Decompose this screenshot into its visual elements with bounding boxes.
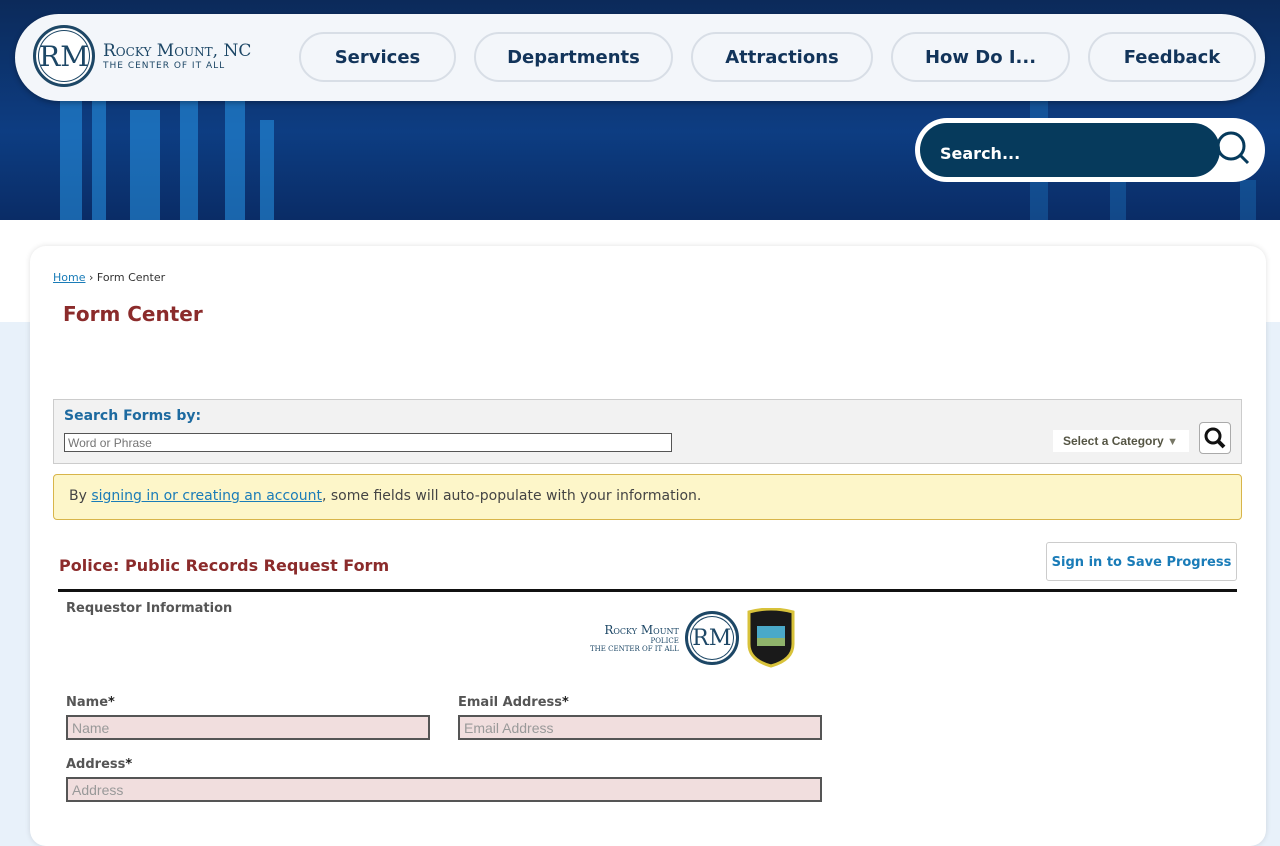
email-label: Email Address* — [458, 695, 569, 710]
nav-departments[interactable]: Departments — [474, 32, 673, 82]
form-title: Police: Public Records Request Form — [59, 556, 390, 575]
address-field[interactable]: Address — [66, 777, 822, 802]
nav-how-do-i[interactable]: How Do I... — [891, 32, 1070, 82]
search-icon[interactable] — [1215, 130, 1251, 166]
name-label: Name* — [66, 695, 115, 710]
city-logo[interactable]: RM Rocky Mount, NC The Center of It All — [33, 25, 251, 87]
search-forms-panel: Search Forms by: Select a Category ▼ — [53, 399, 1242, 464]
category-select-value: Select a Category — [1063, 434, 1164, 448]
save-progress-button[interactable]: Sign in to Save Progress — [1046, 542, 1237, 581]
search-forms-label: Search Forms by: — [64, 408, 202, 424]
police-logo: Rocky Mount Police The Center of It All … — [590, 608, 822, 668]
rm-logo-mark: RM — [684, 611, 739, 665]
logo-tagline: The Center of It All — [103, 61, 226, 71]
logo-title: Rocky Mount, NC — [103, 41, 252, 61]
nav-attractions[interactable]: Attractions — [691, 32, 873, 82]
police-badge-icon — [747, 608, 795, 668]
site-search-input[interactable]: Search... — [920, 123, 1220, 177]
top-nav: RM Rocky Mount, NC The Center of It All … — [15, 14, 1265, 101]
search-forms-button[interactable] — [1199, 422, 1231, 454]
police-logo-title: Rocky Mount — [604, 623, 679, 637]
page-title: Form Center — [63, 302, 203, 326]
category-select[interactable]: Select a Category ▼ — [1053, 430, 1189, 452]
email-field[interactable]: Email Address — [458, 715, 822, 740]
breadcrumb: Home › Form Center — [53, 271, 165, 284]
breadcrumb-sep: › — [88, 271, 94, 284]
address-label: Address* — [66, 757, 133, 772]
sign-in-notice: By signing in or creating an account, so… — [53, 474, 1242, 520]
breadcrumb-current: Form Center — [96, 271, 166, 284]
sign-in-link[interactable]: signing in or creating an account — [91, 488, 322, 504]
rm-logo-mark: RM — [33, 25, 95, 87]
nav-feedback[interactable]: Feedback — [1088, 32, 1256, 82]
nav-services[interactable]: Services — [299, 32, 456, 82]
site-search: Search... — [915, 118, 1265, 182]
search-icon — [1204, 427, 1226, 449]
police-logo-sub: Police — [650, 637, 679, 645]
search-forms-input[interactable] — [64, 433, 672, 452]
chevron-down-icon: ▼ — [1167, 436, 1178, 448]
content-card: Home › Form Center Form Center Search Fo… — [30, 246, 1266, 846]
section-heading: Requestor Information — [66, 601, 233, 616]
divider — [58, 589, 1237, 592]
breadcrumb-home[interactable]: Home — [53, 271, 85, 284]
notice-text-end: , some fields will auto-populate with yo… — [321, 488, 702, 504]
police-logo-tagline: The Center of It All — [590, 645, 679, 653]
notice-text: By — [69, 488, 92, 504]
name-field[interactable]: Name — [66, 715, 430, 740]
